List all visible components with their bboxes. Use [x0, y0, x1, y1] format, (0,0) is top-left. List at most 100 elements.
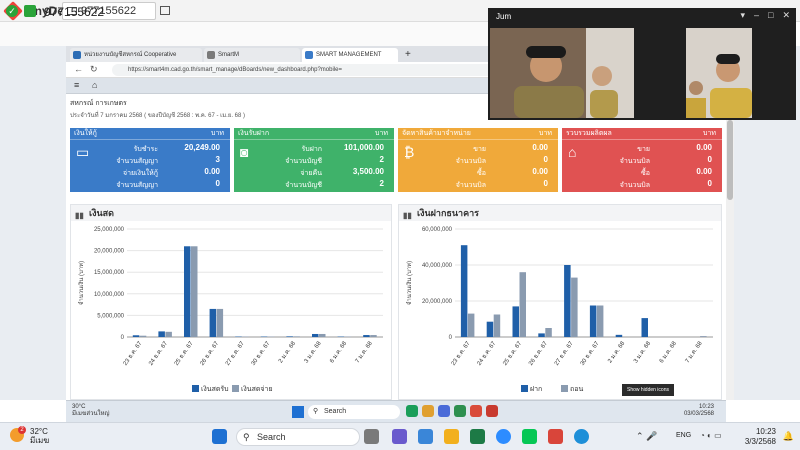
- card-header: เงินรับฝาก บาท: [234, 128, 394, 140]
- edge-icon[interactable]: [574, 429, 589, 444]
- remote-clock[interactable]: 10:23 03/03/2568: [684, 404, 714, 418]
- card-title: เงินรับฝาก: [238, 130, 270, 137]
- address-bar[interactable]: https://smart4m.cad.go.th/smart_manage/d…: [112, 64, 552, 76]
- card-header: เงินให้กู้ บาท: [70, 128, 230, 140]
- start-icon[interactable]: [292, 406, 304, 418]
- card-row-value: 3: [215, 155, 220, 164]
- card-row-label: จำนวนบิล: [619, 182, 650, 189]
- bar: [216, 308, 224, 337]
- remote-search-box[interactable]: ⚲ Search: [308, 405, 400, 419]
- system-tray[interactable]: ⌃ 🎤: [636, 431, 657, 442]
- minimize-icon[interactable]: –: [754, 10, 759, 20]
- new-tab-button[interactable]: +: [402, 48, 416, 62]
- local-clock[interactable]: 10:23 3/3/2568: [745, 427, 776, 447]
- panel-header: ▮▮ เงินฝากธนาคาร: [399, 205, 721, 221]
- maximize-icon[interactable]: □: [768, 10, 773, 20]
- task-view-icon[interactable]: [364, 429, 379, 444]
- bar: [363, 335, 370, 337]
- bar: [139, 335, 147, 337]
- local-search-box[interactable]: ⚲ Search: [236, 428, 360, 446]
- bar: [589, 305, 597, 337]
- bar: [493, 314, 501, 337]
- close-icon[interactable]: ✕: [782, 10, 790, 20]
- card-row-value: 0: [215, 179, 220, 188]
- bar: [467, 313, 475, 337]
- panel-title: เงินฝากธนาคาร: [417, 208, 480, 218]
- menu-icon[interactable]: ≡: [74, 80, 79, 90]
- card-unit: บาท: [703, 130, 716, 137]
- y-tick-label: 20,000,000: [422, 299, 453, 305]
- bank-chart: 0 20,000,000 40,000,000 60,000,000 จำนวนเงิน…: [406, 227, 713, 393]
- card-row-label: รับชำระ: [133, 146, 158, 153]
- bar: [641, 318, 648, 337]
- card-row-value: 0: [707, 179, 712, 188]
- y-tick-label: 15,000,000: [94, 270, 125, 276]
- language-indicator[interactable]: ENG: [676, 432, 691, 439]
- line-icon[interactable]: [522, 429, 537, 444]
- app-icon[interactable]: [454, 405, 466, 417]
- card-title: เงินให้กู้: [74, 130, 97, 137]
- video-call-window[interactable]: Jum ▾ – □ ✕: [488, 8, 796, 120]
- zoom-icon[interactable]: [496, 429, 511, 444]
- bar: [293, 336, 300, 337]
- card-unit: บาท: [375, 130, 388, 137]
- x-tick-label: 3 ม.ค. 68: [633, 340, 652, 364]
- org-title: สหกรณ์ การเกษตร: [70, 100, 127, 107]
- card-row: จำนวนบัญชี 2: [254, 179, 386, 190]
- card-row: จ่ายคืน 3,500.00: [254, 167, 386, 178]
- new-session-icon[interactable]: [160, 6, 170, 15]
- start-icon[interactable]: [212, 429, 227, 444]
- copilot-icon[interactable]: [392, 429, 407, 444]
- card-row-label: จำนวนสัญญา: [116, 158, 158, 165]
- reload-icon[interactable]: ↻: [90, 64, 98, 75]
- card-row: จำนวนบิล 0: [418, 155, 550, 166]
- browser-tab-2[interactable]: SmartM: [204, 48, 300, 62]
- bar: [538, 333, 545, 337]
- search-icon: ⚲: [313, 408, 319, 415]
- y-tick-label: 0: [449, 335, 453, 341]
- app-icon[interactable]: [486, 405, 498, 417]
- chat-icon[interactable]: [24, 5, 36, 17]
- card-row-label: ขาย: [473, 146, 486, 153]
- card-row: จำนวนสัญญา 0: [90, 179, 222, 190]
- stat-card: เงินให้กู้ บาท ▭ รับชำระ 20,249.00 จำนวนสัญญา…: [70, 128, 230, 192]
- card-row: จำนวนบิล 0: [582, 155, 714, 166]
- pin-icon[interactable]: ▾: [740, 10, 745, 20]
- app-icon[interactable]: [406, 405, 418, 417]
- app-icon[interactable]: [470, 405, 482, 417]
- x-tick-label: 23 ธ.ค. 67: [122, 340, 144, 367]
- card-title: รวบรวมผลิตผล: [566, 130, 612, 137]
- network-icon[interactable]: ◔ ◐ ▭: [700, 431, 722, 440]
- app-icon[interactable]: [422, 405, 434, 417]
- local-weather-temp: 32°C: [30, 427, 48, 436]
- bar: [460, 245, 468, 337]
- remote-weather[interactable]: 30°C มีเมฆส่วนใหญ่: [72, 404, 110, 418]
- browser-tab-3[interactable]: SMART MANAGEMENT: [302, 48, 398, 62]
- app-icon[interactable]: [418, 429, 433, 444]
- legend-label: เงินสดจ่าย: [241, 385, 273, 393]
- local-weather[interactable]: 32°C มีเมฆ: [30, 427, 49, 445]
- card-row-label: รับฝาก: [301, 146, 322, 153]
- file-explorer-icon[interactable]: [444, 429, 459, 444]
- back-icon[interactable]: ←: [74, 64, 83, 74]
- stat-card: จัดหาสินค้ามาจำหน่าย บาท ₿ ขาย 0.00 จำนวนบิล 0…: [398, 128, 558, 192]
- scrollbar-thumb[interactable]: [727, 120, 733, 200]
- excel-icon[interactable]: [470, 429, 485, 444]
- bar: [596, 305, 604, 337]
- participant-video-1: [490, 28, 634, 118]
- home-icon[interactable]: ⌂: [92, 80, 97, 90]
- card-row-value: 0: [543, 179, 548, 188]
- bar: [545, 328, 552, 337]
- browser-tab-1[interactable]: หน่วยงานบัญชีสหกรณ์ Cooperative: [70, 48, 202, 62]
- cash-chart-panel: ▮▮ เงินสด 0 5,000,000 10,000,000 15,000,000…: [70, 204, 392, 400]
- y-tick-label: 60,000,000: [422, 227, 453, 233]
- x-tick-label: 25 ธ.ค. 67: [173, 340, 195, 367]
- app-icon[interactable]: [438, 405, 450, 417]
- x-tick-label: 26 ธ.ค. 67: [199, 340, 221, 367]
- anydesk-icon[interactable]: [548, 429, 563, 444]
- card-row-label: จ่ายคืน: [300, 170, 322, 177]
- card-row-label: จำนวนสัญญา: [116, 182, 158, 189]
- browser-tab-label: หน่วยงานบัญชีสหกรณ์ Cooperative: [84, 52, 177, 58]
- notification-bell-icon[interactable]: 🔔: [783, 431, 794, 442]
- x-tick-label: 30 ธ.ค. 67: [250, 340, 272, 367]
